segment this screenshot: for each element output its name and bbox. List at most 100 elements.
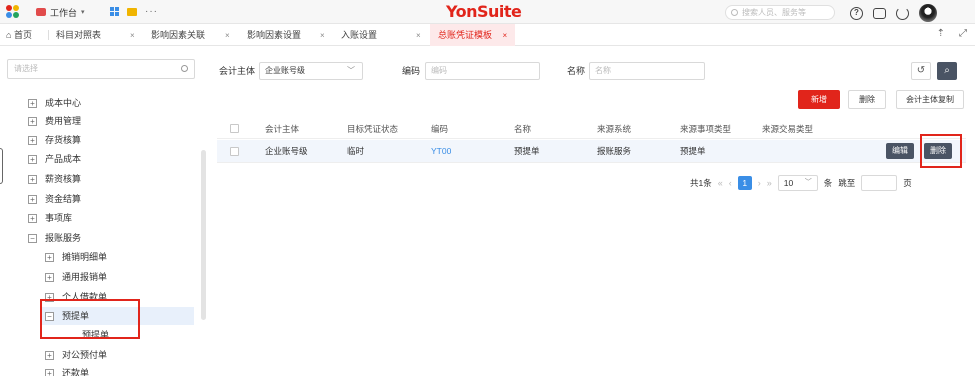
name-input[interactable]: 名称 [589,62,705,80]
tree-item-payroll[interactable]: + 薪资核算 [28,170,81,188]
fullscreen-icon[interactable]: ⤢ [959,28,967,39]
tab-close-icon[interactable]: × [225,24,230,46]
tree-item-repayment[interactable]: + 还款单 [45,364,89,376]
expand-icon[interactable]: + [45,272,54,282]
more-icon[interactable]: ··· [145,6,158,17]
expand-icon[interactable]: + [28,213,37,223]
tree-item-corporate-prepay[interactable]: + 对公预付单 [45,346,107,364]
tree-item-general-expense[interactable]: + 通用报销单 [45,268,107,286]
tree-item-fund-settlement[interactable]: + 资金结算 [28,190,81,208]
tree-search-input[interactable]: 请选择 [7,59,195,79]
tab-label: 总账凭证模板 [438,30,493,40]
tab-posting-settings[interactable]: 入账设置 [341,24,377,46]
tab-close-icon[interactable]: × [416,24,421,46]
next-page-icon[interactable]: › [758,178,761,188]
tab-close-icon[interactable]: × [130,24,135,46]
tab-label: 入账设置 [341,30,378,40]
col-source-event-type[interactable]: 来源事项类型 [680,119,731,138]
copy-entity-button[interactable]: 会计主体复制 [896,90,964,109]
sidebar-scrollbar[interactable] [201,150,206,320]
expand-icon[interactable]: + [45,368,54,376]
tree-search-placeholder: 请选择 [14,64,38,73]
per-page-label: 条 [823,178,833,188]
row-edit-button[interactable]: 编辑 [886,143,914,159]
expand-icon[interactable]: + [28,174,37,184]
help-icon[interactable]: ? [850,6,863,20]
expand-icon[interactable]: + [28,116,37,126]
col-source-system[interactable]: 来源系统 [597,119,631,138]
tab-label: 科目对照表 [56,30,102,40]
tab-factor-settings[interactable]: 影响因素设置 [247,24,301,46]
expand-icon[interactable]: + [45,350,54,360]
prev-page-icon[interactable]: ‹ [729,178,732,188]
total-count: 共1条 [690,178,712,188]
col-entity[interactable]: 会计主体 [265,119,299,138]
tree-item-label: 报账服务 [45,233,82,243]
tab-factor-relation[interactable]: 影响因素关联 [151,24,205,46]
apps-grid-icon[interactable] [110,7,119,16]
expand-icon[interactable]: + [28,194,37,204]
message-icon[interactable] [873,7,886,19]
tree-item-event-library[interactable]: + 事项库 [28,209,72,227]
name-label: 名称 [567,66,586,76]
collapse-icon[interactable]: − [28,233,37,243]
refresh-icon[interactable] [896,6,909,20]
tree-item-label: 存货核算 [45,135,82,145]
last-page-icon[interactable]: » [767,178,772,188]
select-all-checkbox[interactable] [230,119,239,138]
tree-item-amortization[interactable]: + 摊销明细单 [45,248,107,266]
cell-code-link[interactable]: YT00 [431,140,451,162]
code-input-placeholder: 编码 [431,66,447,75]
tree-item-expense-mgmt[interactable]: + 费用管理 [28,112,81,130]
tab-home[interactable]: ⌂ 首页 [6,24,32,46]
folder-icon[interactable] [127,7,137,16]
expand-icon[interactable]: + [28,98,37,108]
tree-item-label: 对公预付单 [62,350,108,360]
tree-item-product-cost[interactable]: + 产品成本 [28,150,81,168]
page-1-button[interactable]: 1 [737,176,752,190]
expand-icon[interactable]: + [28,154,37,164]
expand-icon[interactable]: + [28,135,37,145]
tree-item-label: 成本中心 [45,98,82,108]
delete-button[interactable]: 删除 [848,90,886,109]
chevron-down-icon: ﹀ [347,66,355,75]
avatar[interactable] [919,4,937,22]
row-checkbox[interactable] [230,140,239,162]
page-size-select[interactable]: 10 ﹀ [777,175,818,191]
workspace-switcher[interactable]: 工作台 ▾ [36,4,85,20]
tree-item-label: 还款单 [62,368,90,376]
search-icon: ⌕ [944,65,950,76]
page-size-value: 10 [783,178,794,188]
table-row[interactable]: 企业账号级 临时 YT00 预提单 报账服务 预提单 编辑 删除 [217,140,966,163]
col-target-status[interactable]: 目标凭证状态 [347,119,398,138]
entity-select[interactable]: 企业账号级 ﹀ [259,62,363,80]
home-icon: ⌂ [6,30,12,40]
sidebar-collapse-handle[interactable] [0,148,3,184]
tree-item-reimbursement[interactable]: − 报账服务 [28,229,81,247]
col-source-transaction-type[interactable]: 来源交易类型 [762,119,813,138]
first-page-icon[interactable]: « [718,178,723,188]
tree-item-label: 资金结算 [45,194,82,204]
tab-close-icon[interactable]: × [503,31,508,40]
global-search-input[interactable]: 搜索人员、服务等 [725,5,835,20]
app-logo-icon[interactable] [6,5,20,19]
reset-button[interactable]: ↺ [911,62,931,80]
tree-item-inventory[interactable]: + 存货核算 [28,131,81,149]
tab-account-mapping[interactable]: 科目对照表 [56,24,101,46]
col-code[interactable]: 编码 [431,119,448,138]
new-button[interactable]: 新增 [798,90,840,109]
highlight-box-row-delete [920,134,962,168]
pin-icon[interactable]: ⇡ [937,28,945,39]
tree-item-cost-center[interactable]: + 成本中心 [28,94,81,112]
code-input[interactable]: 编码 [425,62,540,80]
code-label: 编码 [402,66,421,76]
search-button[interactable]: ⌕ [937,62,957,80]
tab-close-icon[interactable]: × [320,24,325,46]
expand-icon[interactable]: + [45,252,54,262]
jump-page-input[interactable] [861,175,898,191]
brand-logo: YonSuite [446,2,522,21]
highlight-box-accrual [40,299,140,339]
tab-voucher-template[interactable]: 总账凭证模板 × [430,24,516,46]
workspace-icon [36,8,46,16]
col-name[interactable]: 名称 [514,119,531,138]
